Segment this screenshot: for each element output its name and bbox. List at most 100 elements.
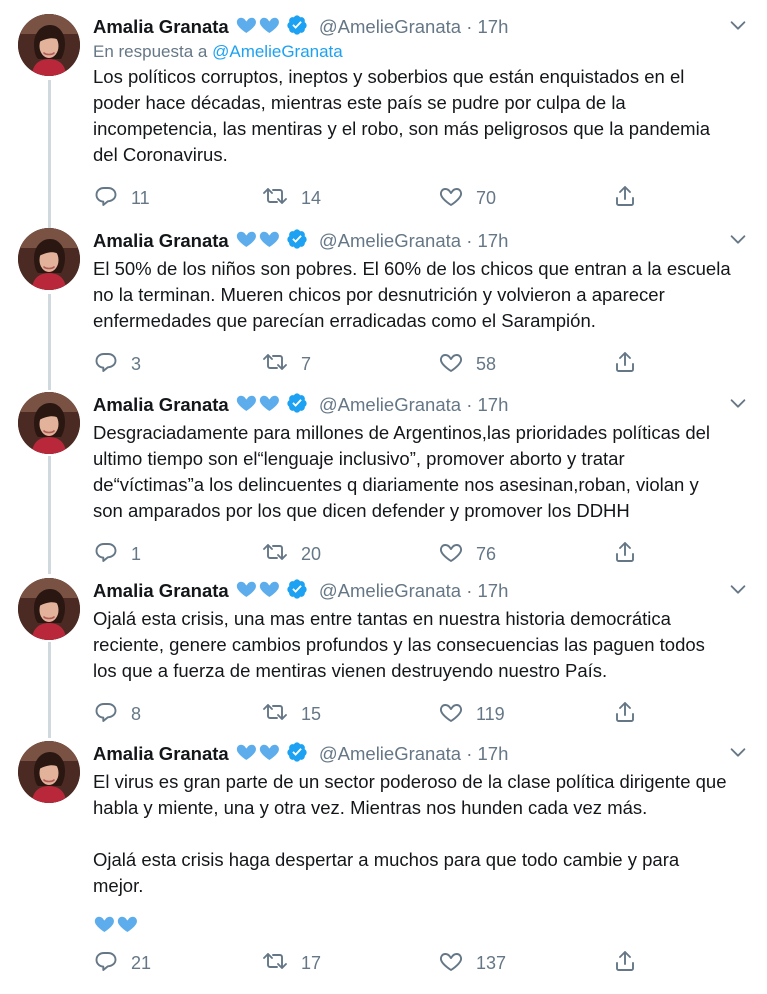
retweet-button[interactable]: 7 — [261, 350, 311, 379]
author-name[interactable]: Amalia Granata — [93, 580, 229, 601]
tweet-time[interactable]: 17h — [478, 743, 509, 764]
like-count: 76 — [476, 544, 497, 564]
blue-heart-emoji-icon — [93, 913, 757, 937]
chevron-down-icon[interactable] — [727, 228, 749, 250]
reply-button[interactable]: 1 — [93, 540, 141, 569]
author-name[interactable]: Amalia Granata — [93, 16, 229, 37]
reply-icon — [93, 700, 131, 729]
blue-heart-emoji-icon — [235, 228, 283, 255]
share-button[interactable] — [613, 700, 649, 729]
tweet-text: Ojalá esta crisis, una mas entre tantas … — [93, 608, 705, 681]
like-icon — [438, 350, 476, 379]
reply-context: En respuesta a @AmelieGranata — [93, 42, 757, 62]
reply-button[interactable]: 11 — [93, 184, 150, 213]
retweet-icon — [261, 540, 301, 569]
retweet-button[interactable]: 15 — [261, 700, 321, 729]
like-button[interactable]: 119 — [438, 700, 505, 729]
tweet-actions: 3 7 58 — [93, 350, 757, 380]
thread-line — [48, 456, 51, 574]
blue-heart-emoji-icon — [235, 392, 283, 419]
verified-badge-icon — [286, 578, 308, 605]
verified-badge-icon — [286, 392, 308, 419]
reply-count: 21 — [131, 953, 152, 973]
author-name[interactable]: Amalia Granata — [93, 743, 229, 764]
reply-button[interactable]: 21 — [93, 949, 151, 978]
author-handle[interactable]: @AmelieGranata — [319, 230, 461, 251]
like-count: 58 — [476, 354, 497, 374]
retweet-button[interactable]: 14 — [261, 184, 321, 213]
verified-badge-icon — [286, 14, 308, 41]
tweet-header: Amalia Granata @AmelieGranata · 17h — [93, 14, 757, 40]
reply-icon — [93, 350, 131, 379]
retweet-count: 15 — [301, 704, 322, 724]
reply-button[interactable]: 3 — [93, 350, 141, 379]
like-icon — [438, 949, 476, 978]
tweet-actions: 21 17 137 — [93, 949, 757, 979]
separator: · — [466, 230, 473, 251]
like-button[interactable]: 76 — [438, 540, 496, 569]
chevron-down-icon[interactable] — [727, 392, 749, 414]
share-icon — [613, 350, 649, 379]
chevron-down-icon[interactable] — [727, 14, 749, 36]
like-count: 119 — [476, 704, 505, 724]
avatar[interactable] — [18, 228, 80, 290]
reply-count: 3 — [131, 354, 142, 374]
tweet-actions: 11 14 70 — [93, 184, 757, 214]
share-button[interactable] — [613, 350, 649, 379]
author-handle[interactable]: @AmelieGranata — [319, 580, 461, 601]
reply-mention-link[interactable]: @AmelieGranata — [212, 42, 343, 61]
retweet-count: 17 — [301, 953, 322, 973]
reply-count: 1 — [131, 544, 142, 564]
tweet-text: Desgraciadamente para millones de Argent… — [93, 422, 711, 521]
avatar[interactable] — [18, 14, 80, 76]
tweet-thread: Amalia Granata @AmelieGranata · 17h En r… — [0, 0, 767, 994]
chevron-down-icon[interactable] — [727, 741, 749, 763]
retweet-icon — [261, 350, 301, 379]
separator: · — [466, 16, 473, 37]
author-handle[interactable]: @AmelieGranata — [319, 16, 461, 37]
thread-line — [48, 80, 51, 228]
avatar[interactable] — [18, 578, 80, 640]
like-button[interactable]: 70 — [438, 184, 496, 213]
tweet-time[interactable]: 17h — [478, 580, 509, 601]
blue-heart-emoji-icon — [235, 14, 283, 41]
thread-line — [48, 642, 51, 738]
retweet-count: 14 — [301, 188, 322, 208]
reply-button[interactable]: 8 — [93, 700, 141, 729]
blue-heart-emoji-icon — [235, 741, 283, 768]
author-name[interactable]: Amalia Granata — [93, 394, 229, 415]
share-icon — [613, 184, 649, 213]
tweet-time[interactable]: 17h — [478, 230, 509, 251]
like-button[interactable]: 58 — [438, 350, 496, 379]
share-icon — [613, 949, 649, 978]
reply-icon — [93, 540, 131, 569]
author-name[interactable]: Amalia Granata — [93, 230, 229, 251]
avatar[interactable] — [18, 741, 80, 803]
share-button[interactable] — [613, 949, 649, 978]
like-icon — [438, 700, 476, 729]
retweet-button[interactable]: 20 — [261, 540, 321, 569]
separator: · — [466, 394, 473, 415]
share-button[interactable] — [613, 184, 649, 213]
tweet-header: Amalia Granata @AmelieGranata · 17h — [93, 228, 757, 254]
separator: · — [466, 743, 473, 764]
reply-count: 8 — [131, 704, 142, 724]
like-icon — [438, 184, 476, 213]
author-handle[interactable]: @AmelieGranata — [319, 743, 461, 764]
like-button[interactable]: 137 — [438, 949, 506, 978]
retweet-button[interactable]: 17 — [261, 949, 321, 978]
thread-line — [48, 294, 51, 390]
retweet-icon — [261, 184, 301, 213]
verified-badge-icon — [286, 228, 308, 255]
tweet-actions: 8 15 119 — [93, 700, 757, 730]
reply-icon — [93, 949, 131, 978]
share-button[interactable] — [613, 540, 649, 569]
share-icon — [613, 700, 649, 729]
author-handle[interactable]: @AmelieGranata — [319, 394, 461, 415]
tweet-time[interactable]: 17h — [478, 394, 509, 415]
chevron-down-icon[interactable] — [727, 578, 749, 600]
tweet-header: Amalia Granata @AmelieGranata · 17h — [93, 392, 757, 418]
avatar[interactable] — [18, 392, 80, 454]
reply-count: 11 — [131, 188, 150, 208]
tweet-time[interactable]: 17h — [478, 16, 509, 37]
